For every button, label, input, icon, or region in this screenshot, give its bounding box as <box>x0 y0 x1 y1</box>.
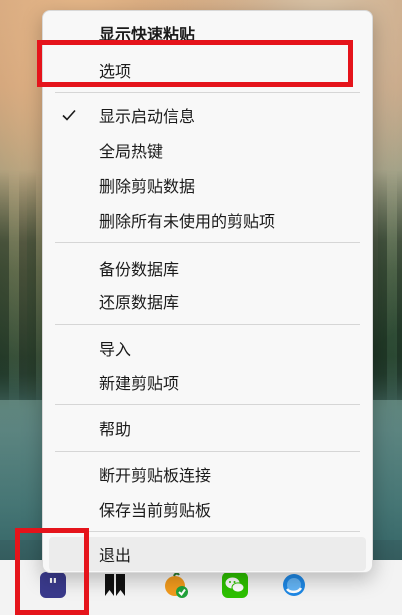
bookmark-app-icon[interactable] <box>102 572 128 598</box>
menu-item-exit[interactable]: 退出 <box>49 537 366 571</box>
menu-separator <box>55 92 360 93</box>
browser-icon[interactable] <box>281 572 307 598</box>
menu-separator <box>55 404 360 405</box>
menu-item-label: 断开剪贴板连接 <box>99 466 212 485</box>
highlight-box-taskbar-app <box>15 528 89 615</box>
menu-item-import[interactable]: 导入 <box>43 331 372 365</box>
menu-item-label: 退出 <box>99 546 132 565</box>
menu-item-label: 备份数据库 <box>99 260 180 279</box>
highlight-box-options <box>37 40 353 87</box>
menu-item-label: 删除所有未使用的剪贴项 <box>99 212 276 231</box>
checkmark-icon <box>62 109 76 121</box>
menu-item-help[interactable]: 帮助 <box>43 411 372 445</box>
context-menu: 显示快速粘贴 选项 显示启动信息 全局热键 删除剪贴数据 删除所有未使用的剪贴项… <box>42 10 373 573</box>
menu-item-label: 新建剪贴项 <box>99 374 180 393</box>
menu-separator <box>55 451 360 452</box>
menu-separator <box>55 324 360 325</box>
menu-separator <box>55 242 360 243</box>
menu-item-label: 显示启动信息 <box>99 107 196 126</box>
menu-item-restore-database[interactable]: 还原数据库 <box>43 284 372 318</box>
menu-item-backup-database[interactable]: 备份数据库 <box>43 251 372 285</box>
menu-item-label: 还原数据库 <box>99 293 180 312</box>
menu-item-label: 导入 <box>99 340 132 359</box>
menu-item-disconnect-clipboard[interactable]: 断开剪贴板连接 <box>43 457 372 491</box>
menu-item-delete-clip-data[interactable]: 删除剪贴数据 <box>43 168 372 202</box>
menu-item-label: 帮助 <box>99 420 132 439</box>
menu-item-save-current-clipboard[interactable]: 保存当前剪贴板 <box>43 492 372 526</box>
menu-item-global-hotkeys[interactable]: 全局热键 <box>43 133 372 167</box>
menu-item-show-startup-info[interactable]: 显示启动信息 <box>43 98 372 132</box>
menu-item-label: 删除剪贴数据 <box>99 177 196 196</box>
menu-item-label: 全局热键 <box>99 142 164 161</box>
menu-item-label: 保存当前剪贴板 <box>99 501 212 520</box>
orange-check-app-icon[interactable] <box>163 572 189 598</box>
menu-item-delete-unused-clips[interactable]: 删除所有未使用的剪贴项 <box>43 203 372 237</box>
menu-item-new-clip[interactable]: 新建剪贴项 <box>43 365 372 399</box>
menu-separator <box>55 531 360 532</box>
wechat-icon[interactable] <box>222 572 248 598</box>
